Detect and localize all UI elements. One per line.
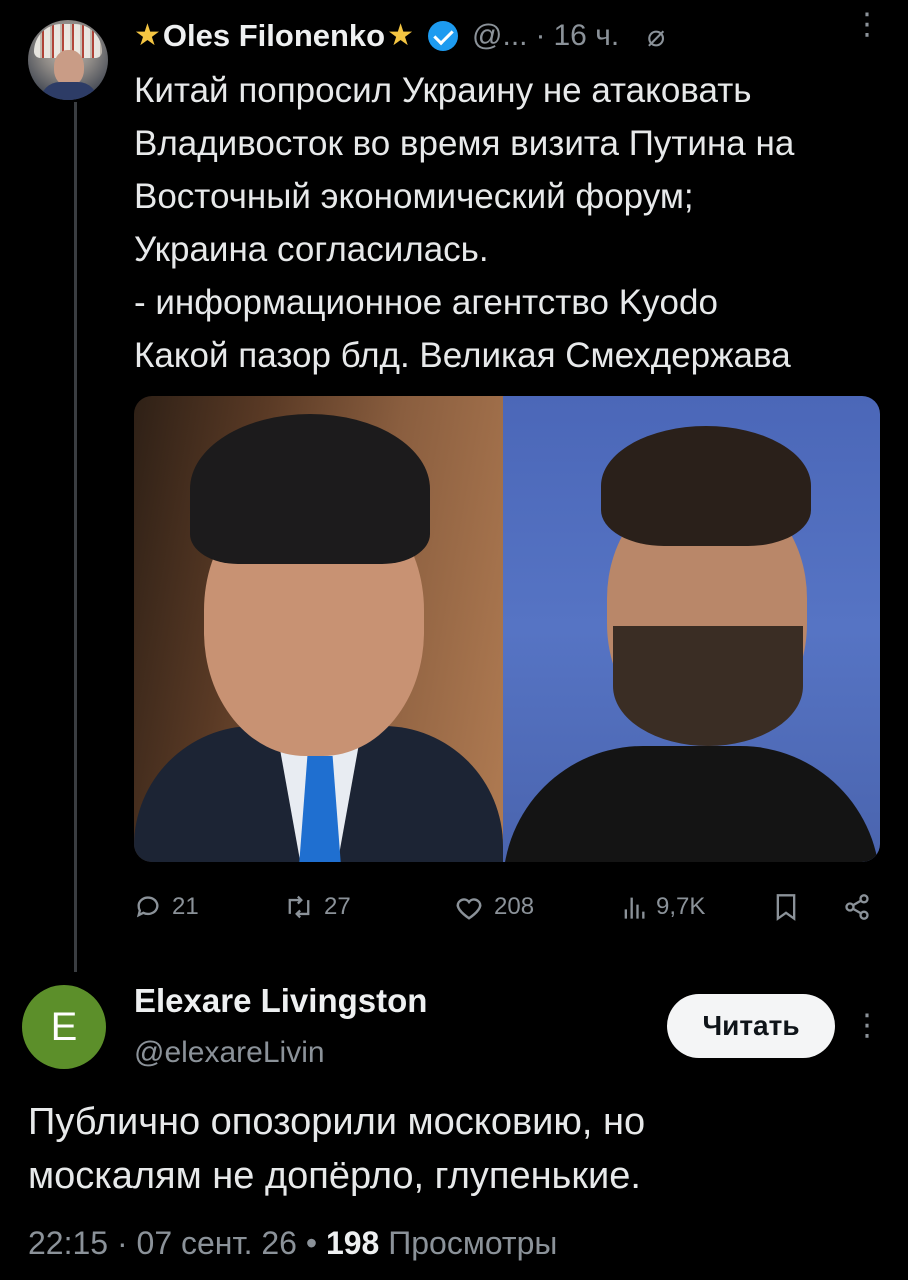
grok-icon[interactable]: ⌀ (647, 19, 665, 54)
reply-author-avatar[interactable]: E (22, 985, 106, 1069)
tweet-text-line: - информационное агентство Kyodo (134, 283, 718, 322)
tweet-header: ★ Oles Filonenko ★ @... · 16 ч. ⌀ (134, 14, 665, 58)
views-chart-icon (624, 897, 645, 919)
separator-dot: · (116, 1225, 128, 1261)
views-count: 9,7K (656, 893, 706, 920)
reply-views-count: 198 (325, 1225, 380, 1261)
tweet-text-line: Китай попросил Украину не атаковать (134, 71, 752, 110)
reply-text: Публично опозорили московию, но москалям… (28, 1095, 888, 1203)
media-right-portrait (503, 396, 880, 862)
reply-text-line: москалям не допёрло, глупенькие. (28, 1155, 641, 1197)
separator-dot: • (305, 1225, 318, 1261)
views-button[interactable]: 9,7K (622, 885, 705, 929)
bookmark-icon (776, 894, 796, 921)
author-avatar[interactable] (28, 20, 108, 100)
tweet-actions-bar: 21 27 208 9,7K (134, 885, 884, 929)
heart-icon (456, 898, 482, 920)
like-count: 208 (494, 893, 535, 920)
repost-count: 27 (324, 893, 351, 920)
star-icon: ★ (387, 19, 415, 52)
reply-count: 21 (172, 893, 199, 920)
author-name[interactable]: Oles Filonenko (163, 18, 385, 54)
separator-dot: · (535, 19, 546, 52)
tweet-text-line: Владивосток во время визита Путина на (134, 124, 795, 163)
reply-meta: 22:15 · 07 сент. 26 • 198 Просмотры (28, 1225, 557, 1262)
author-handle[interactable]: @... (472, 19, 527, 53)
media-left-portrait (134, 396, 503, 862)
share-icon (845, 894, 869, 920)
reply-icon (136, 896, 159, 918)
like-button[interactable]: 208 (454, 885, 534, 929)
follow-button[interactable]: Читать (667, 994, 835, 1058)
repost-button[interactable]: 27 (284, 885, 351, 929)
tweet-time[interactable]: 16 ч. (554, 19, 620, 53)
verified-badge-icon (428, 21, 459, 51)
portrait-beard (613, 626, 803, 746)
reply-text-line: Публично опозорили московию, но (28, 1101, 646, 1143)
reply-date[interactable]: 07 сент. 26 (137, 1225, 297, 1261)
reply-author-handle[interactable]: @elexareLivin (134, 1036, 325, 1070)
tweet-text: Китай попросил Украину не атаковать Влад… (134, 64, 894, 382)
more-options-icon[interactable]: ⋮ (852, 10, 882, 40)
reply-button[interactable]: 21 (134, 885, 199, 929)
reply-author-name[interactable]: Elexare Livingston (134, 982, 427, 1020)
star-icon: ★ (134, 19, 161, 52)
repost-icon (288, 895, 310, 919)
portrait-hair (601, 426, 811, 546)
share-button[interactable] (842, 885, 882, 929)
avatar-suit (40, 82, 98, 100)
thread-connector-line (74, 102, 77, 972)
reply-time[interactable]: 22:15 (28, 1225, 108, 1261)
more-options-icon[interactable]: ⋮ (852, 1008, 882, 1043)
reply-views-label[interactable]: Просмотры (388, 1225, 557, 1261)
portrait-shirt (503, 746, 880, 862)
tweet-text-line: Восточный экономический форум; (134, 177, 694, 216)
avatar-face (54, 50, 84, 86)
tweet-text-line: Какой пазор блд. Великая Смехдержава (134, 336, 791, 375)
tweet-text-line: Украина согласилась. (134, 230, 489, 269)
tweet-media-image[interactable] (134, 396, 880, 862)
bookmark-button[interactable] (774, 885, 808, 929)
portrait-hair (190, 414, 430, 564)
